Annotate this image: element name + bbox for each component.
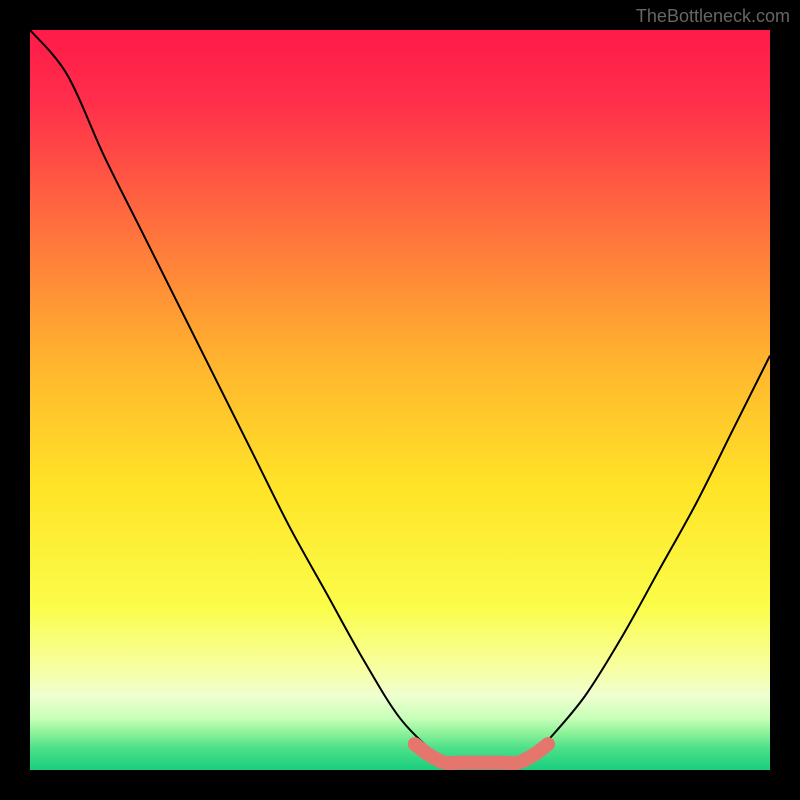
bottleneck-curve [30,30,770,763]
attribution-text: TheBottleneck.com [636,6,790,27]
optimal-range-marker [415,744,548,763]
plot-area [30,30,770,770]
chart-svg [30,30,770,770]
